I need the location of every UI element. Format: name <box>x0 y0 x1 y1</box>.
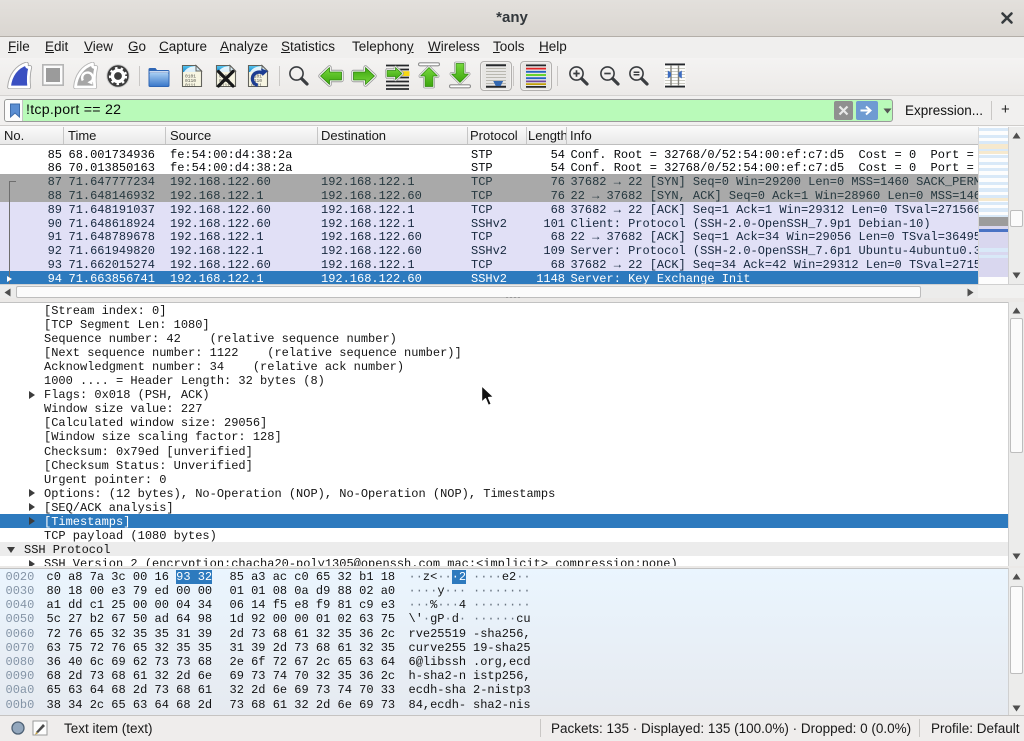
svg-text:0111: 0111 <box>185 83 196 89</box>
